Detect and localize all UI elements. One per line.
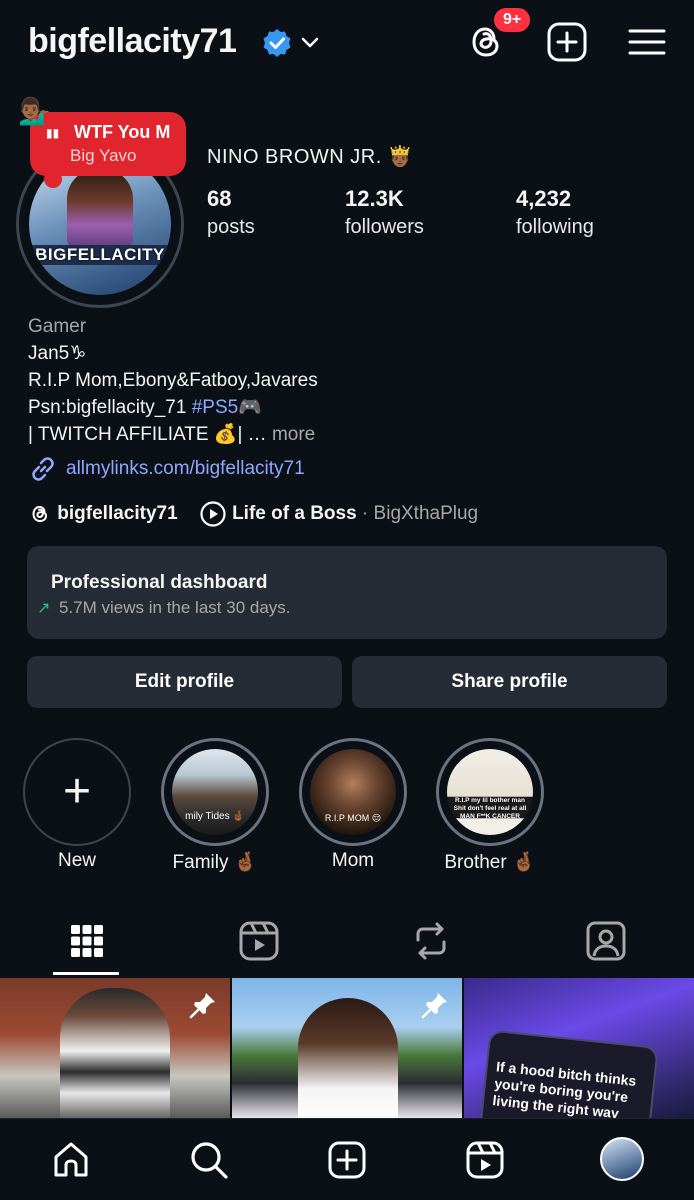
post-thumbnail[interactable]: If a hood bitch thinks you're boring you… — [464, 978, 694, 1118]
highlight-label: New — [57, 850, 96, 871]
create-icon[interactable] — [326, 1139, 368, 1181]
stat-posts[interactable]: 68 posts — [207, 186, 255, 239]
search-icon[interactable] — [188, 1139, 230, 1181]
avatar-figure — [67, 169, 133, 249]
trend-up-icon: ↗ — [37, 600, 51, 617]
bio-line: | TWITCH AFFILIATE 💰| … more — [28, 421, 318, 448]
highlight-cover-caption: mily Tides 🤞🏾 — [185, 811, 245, 822]
chevron-down-icon[interactable] — [298, 30, 322, 54]
stat-following-label: following — [516, 216, 594, 238]
music-separator: · — [356, 503, 374, 525]
home-icon[interactable] — [50, 1139, 92, 1181]
bio: Gamer Jan5♑ R.I.P Mom,Ebony&Fatboy,Javar… — [28, 313, 318, 448]
highlight-label: Brother 🤞🏾 — [444, 852, 536, 873]
username-title[interactable]: bigfellacity71 — [28, 22, 237, 61]
stat-followers[interactable]: 12.3K followers — [345, 186, 424, 239]
highlight-label: Family 🤞🏾 — [172, 852, 258, 873]
link-icon — [32, 457, 54, 481]
highlight-brother[interactable]: R.I.P my lil bother man Shit don't feel … — [436, 738, 544, 874]
post-person-shape — [60, 988, 170, 1118]
bio-more-button[interactable]: more — [272, 424, 315, 445]
bio-psn: Psn:bigfellacity_71 — [28, 397, 192, 418]
edit-profile-button[interactable]: Edit profile — [27, 656, 342, 708]
pin-icon — [421, 993, 447, 1019]
active-tab-indicator — [53, 972, 119, 975]
share-profile-button[interactable]: Share profile — [352, 656, 667, 708]
note-emoji: 💁🏾‍♂️ — [18, 96, 51, 126]
bio-line: R.I.P Mom,Ebony&Fatboy,Javares — [28, 370, 318, 391]
stat-following-value: 4,232 — [516, 186, 572, 211]
display-name: NINO BROWN JR. 🤴🏾 — [207, 146, 414, 168]
stat-followers-label: followers — [345, 216, 424, 238]
bio-twitch: | TWITCH AFFILIATE 💰| … — [28, 424, 267, 445]
highlight-cover: mily Tides 🤞🏾 — [172, 749, 258, 835]
note-song-title: WTF You M — [74, 122, 171, 142]
bio-line: Jan5♑ — [28, 343, 87, 364]
bottom-navigation — [0, 1118, 694, 1200]
stat-followers-value: 12.3K — [345, 186, 404, 211]
highlight-ring: R.I.P my lil bother man Shit don't feel … — [436, 738, 544, 846]
highlight-cover: R.I.P MOM 😔 — [310, 749, 396, 835]
highlight-cover: R.I.P my lil bother man Shit don't feel … — [447, 749, 533, 835]
reels-icon[interactable] — [464, 1139, 506, 1181]
highlight-ring: R.I.P MOM 😔 — [299, 738, 407, 846]
music-bars-icon: ▮▮ — [46, 126, 60, 140]
bio-link-text: allmylinks.com/bigfellacity71 — [66, 458, 305, 480]
highlight-cover-caption: R.I.P my lil bother man Shit don't feel … — [453, 797, 527, 820]
professional-dashboard[interactable]: Professional dashboard ↗ 5.7M views in t… — [27, 546, 667, 639]
notification-badge: 9+ — [494, 8, 531, 32]
reposts-tab-icon[interactable] — [406, 916, 456, 966]
note-bubble-tail — [44, 170, 62, 188]
create-post-icon[interactable] — [545, 20, 589, 64]
stat-following[interactable]: 4,232 following — [516, 186, 594, 239]
play-circle-icon — [200, 501, 226, 527]
profile-nav-avatar[interactable] — [600, 1137, 644, 1181]
verified-badge-icon — [263, 29, 291, 57]
bio-link[interactable]: allmylinks.com/bigfellacity71 — [28, 454, 305, 484]
tagged-tab-icon[interactable] — [581, 916, 631, 966]
threads-music-row: bigfellacity71 Life of a Boss · BigXthaP… — [28, 500, 478, 528]
bio-category: Gamer — [28, 316, 87, 337]
bio-hashtag[interactable]: #PS5 — [192, 397, 238, 418]
stat-posts-value: 68 — [207, 186, 232, 211]
highlight-family[interactable]: mily Tides 🤞🏾 Family 🤞🏾 — [161, 738, 269, 874]
note-artist: Big Yavo — [70, 146, 137, 165]
post-thumbnail[interactable] — [232, 978, 462, 1118]
bio-line: Psn:bigfellacity_71 #PS5🎮 — [28, 394, 318, 421]
threads-handle[interactable]: bigfellacity71 — [57, 503, 177, 524]
grid-tab-icon[interactable] — [62, 916, 112, 966]
highlight-new[interactable]: + New — [23, 738, 131, 872]
dashboard-title: Professional dashboard — [51, 572, 268, 593]
profile-music-artist: BigXthaPlug — [373, 503, 479, 525]
avatar-logo-text: BIGFELLACITY — [29, 245, 171, 265]
highlight-mom[interactable]: R.I.P MOM 😔 Mom — [299, 738, 407, 872]
pin-icon — [189, 993, 215, 1019]
highlight-new-ring: + — [23, 738, 131, 846]
highlight-cover-caption: R.I.P MOM 😔 — [324, 813, 382, 823]
highlight-label: Mom — [331, 850, 375, 871]
highlight-ring: mily Tides 🤞🏾 — [161, 738, 269, 846]
post-person-shape — [298, 998, 398, 1118]
profile-music-title[interactable]: Life of a Boss — [232, 503, 357, 524]
post-thumbnail[interactable] — [0, 978, 230, 1118]
plus-icon: + — [62, 765, 92, 818]
menu-icon[interactable] — [625, 20, 669, 64]
threads-small-icon — [32, 505, 48, 523]
stat-posts-label: posts — [207, 216, 255, 238]
profile-header: bigfellacity71 9+ — [0, 0, 694, 88]
reels-tab-icon[interactable] — [234, 916, 284, 966]
bio-emoji: 🎮 — [238, 397, 262, 418]
dashboard-subtitle: 5.7M views in the last 30 days. — [59, 598, 291, 617]
